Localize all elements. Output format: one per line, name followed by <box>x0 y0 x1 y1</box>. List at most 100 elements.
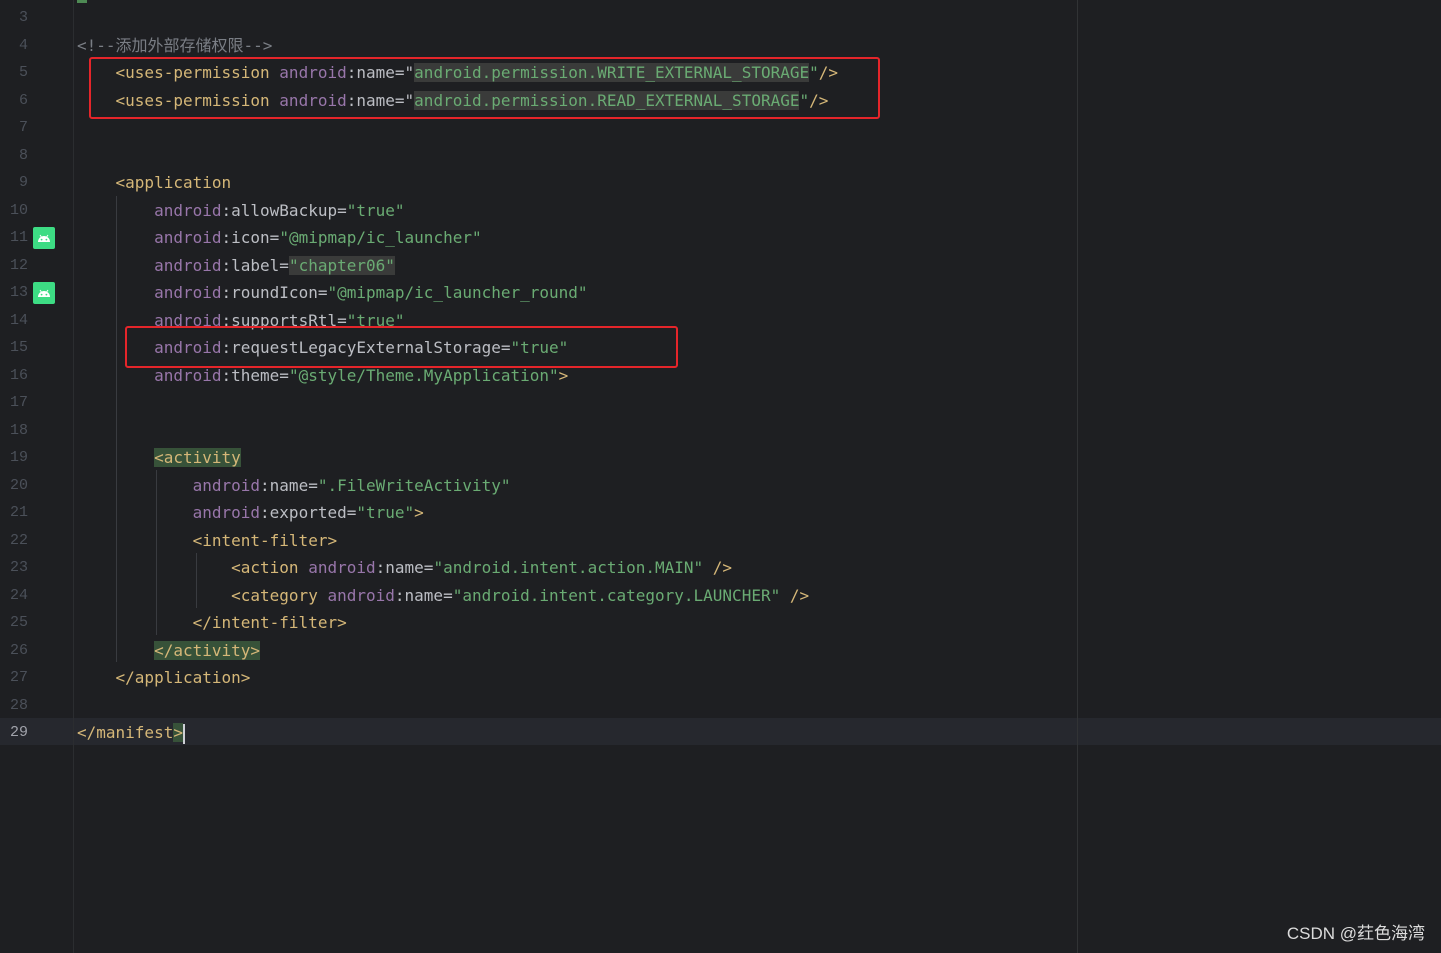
token-val: "true" <box>356 503 415 522</box>
token-tag: </manifest <box>77 723 174 742</box>
code-text: <application <box>77 169 232 196</box>
line-number: 25 <box>9 614 28 631</box>
code-line[interactable]: 20 android:name=".FileWriteActivity" <box>0 472 1441 499</box>
token-val: "@mipmap/ic_launcher" <box>279 228 482 247</box>
code-text: <category android:name="android.intent.c… <box>77 582 809 609</box>
code-line[interactable]: 17 <box>0 389 1441 416</box>
token-tag: </activity> <box>154 640 261 660</box>
token-val: ".FileWriteActivity" <box>317 475 511 495</box>
line-number: 15 <box>9 339 28 356</box>
token-attr: :roundIcon <box>221 283 318 302</box>
code-text: <activity <box>77 444 241 471</box>
token-val: "@mipmap/ic_launcher_round" <box>327 283 588 302</box>
code-text: android:name=".FileWriteActivity" <box>77 472 511 499</box>
code-line[interactable]: 28 <box>0 692 1441 719</box>
code-text: </application> <box>77 664 251 691</box>
code-line[interactable]: 11 android:icon="@mipmap/ic_launcher" <box>0 224 1441 251</box>
token-ns: android <box>154 255 222 275</box>
line-number: 4 <box>18 36 28 54</box>
line-number: 24 <box>9 586 28 604</box>
code-line[interactable]: 13 android:roundIcon="@mipmap/ic_launche… <box>0 279 1441 306</box>
token-ns: android <box>192 503 261 522</box>
token-val: "chapter06" <box>288 255 395 275</box>
code-line[interactable]: 18 <box>0 417 1441 444</box>
line-number: 19 <box>9 449 28 466</box>
code-text: <!--添加外部存储权限--> <box>77 32 272 59</box>
code-text: </activity> <box>77 637 261 664</box>
code-text: </intent-filter> <box>77 609 347 636</box>
line-number: 17 <box>9 394 28 411</box>
token-tag: </application> <box>115 668 251 687</box>
line-number: 11 <box>9 229 28 246</box>
line-number: 6 <box>18 91 28 109</box>
code-line[interactable]: 22 <intent-filter> <box>0 527 1441 554</box>
line-number: 23 <box>9 559 28 576</box>
code-line[interactable]: 19 <activity <box>0 444 1441 471</box>
token-tag: </intent-filter> <box>192 613 347 632</box>
line-number: 27 <box>9 669 28 686</box>
token-ns: android <box>154 365 222 385</box>
code-text: android:label="chapter06" <box>77 252 395 279</box>
line-number: 20 <box>9 476 28 494</box>
line-number: 26 <box>9 641 28 659</box>
code-line[interactable]: 9 <application <box>0 169 1441 196</box>
line-number: 7 <box>18 119 28 136</box>
token-tag: <activity <box>154 448 241 467</box>
code-line[interactable]: 10 android:allowBackup="true" <box>0 197 1441 224</box>
code-line[interactable]: 24 <category android:name="android.inten… <box>0 582 1441 609</box>
android-icon[interactable] <box>33 282 55 304</box>
code-line[interactable]: 8 <box>0 142 1441 169</box>
permissions-highlight-box <box>89 57 880 119</box>
token-eq: = <box>423 558 434 577</box>
code-line[interactable]: 26 </activity> <box>0 637 1441 664</box>
line-number: 8 <box>18 146 28 164</box>
token-tag: > <box>173 723 183 742</box>
token-attr: :icon <box>221 228 270 247</box>
token-eq: = <box>269 228 280 247</box>
text-caret <box>182 723 185 744</box>
token-attr: :allowBackup <box>221 200 338 220</box>
scroll-marker <box>77 0 87 3</box>
token-tag: <intent-filter> <box>192 530 338 550</box>
code-line[interactable]: 29 </manifest> <box>0 719 1441 746</box>
token-ns: android <box>308 558 376 577</box>
code-text: android:exported="true"> <box>77 499 424 526</box>
legacy-storage-highlight-box <box>125 326 678 368</box>
code-line[interactable]: 12 android:label="chapter06" <box>0 252 1441 279</box>
android-icon[interactable] <box>33 227 55 249</box>
code-text: </manifest> <box>77 719 185 746</box>
token-tag: > <box>414 503 424 522</box>
code-text: <intent-filter> <box>77 527 338 554</box>
token-eq: = <box>308 475 318 495</box>
code-line[interactable]: 21 android:exported="true"> <box>0 499 1441 526</box>
token-ns: android <box>192 475 261 495</box>
line-number: 28 <box>9 696 28 714</box>
code-text: android:allowBackup="true" <box>77 197 404 224</box>
code-line[interactable]: 3 <box>0 4 1441 31</box>
token-ns: android <box>154 200 222 220</box>
code-text: <action android:name="android.intent.act… <box>77 554 732 581</box>
token-eq: = <box>443 585 453 605</box>
token-eq: = <box>337 200 347 220</box>
code-line[interactable]: 27 </application> <box>0 664 1441 691</box>
line-number: 10 <box>9 201 28 219</box>
code-line[interactable]: 25 </intent-filter> <box>0 609 1441 636</box>
token-val: "@style/Theme.MyApplication" <box>288 365 559 385</box>
token-eq: = <box>279 365 289 385</box>
code-line[interactable]: 4 <!--添加外部存储权限--> <box>0 32 1441 59</box>
code-line[interactable]: 23 <action android:name="android.intent.… <box>0 554 1441 581</box>
token-val: "android.intent.action.MAIN" <box>433 558 704 577</box>
